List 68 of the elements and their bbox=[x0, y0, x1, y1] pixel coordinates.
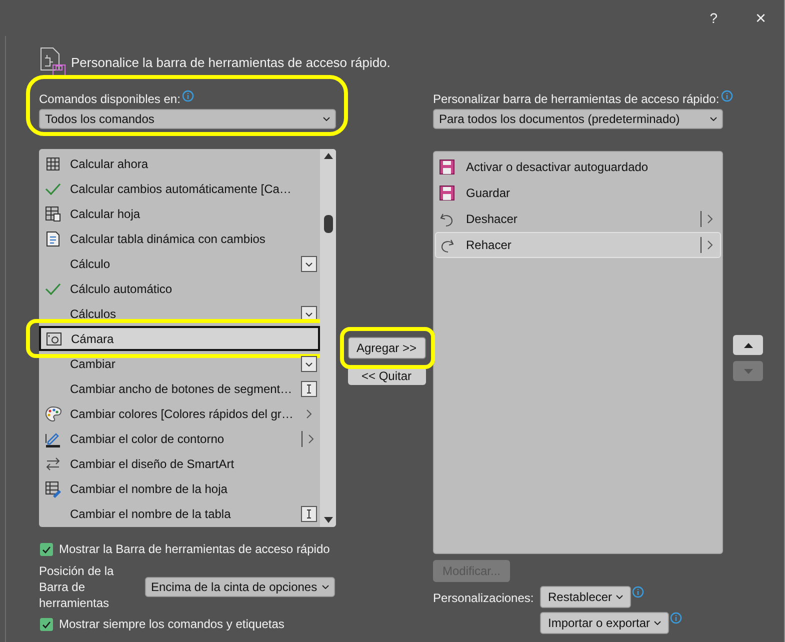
command-item[interactable]: Cambiar el diseño de SmartArt bbox=[39, 451, 320, 476]
command-item[interactable]: Cálculos bbox=[39, 301, 320, 326]
triangle-down-icon bbox=[744, 368, 752, 374]
command-item[interactable]: Cambiar el color de contorno bbox=[39, 426, 320, 451]
command-item[interactable]: Cambiar ancho de botones de segment… bbox=[39, 376, 320, 401]
save-icon bbox=[438, 158, 456, 176]
scrollbar[interactable] bbox=[320, 149, 336, 527]
reset-button[interactable]: Restablecer bbox=[540, 586, 632, 608]
field-label: Personalizaciones: bbox=[433, 590, 535, 607]
command-item[interactable]: Calcular cambios automáticamente [Ca… bbox=[39, 176, 320, 201]
field-label: Comandos disponibles en: bbox=[39, 91, 180, 108]
field-label: Posición de la Barra de herramientas bbox=[39, 563, 115, 611]
chevron-down-icon bbox=[710, 117, 717, 121]
command-item[interactable]: Cambiar bbox=[39, 351, 320, 376]
command-item[interactable]: Calcular hoja bbox=[39, 201, 320, 226]
scrollbar-thumb[interactable] bbox=[324, 215, 334, 233]
command-item[interactable]: Cambiar colores [Colores rápidos del gr… bbox=[39, 401, 320, 426]
toolbar-command-item[interactable]: Activar o desactivar autoguardado bbox=[435, 154, 721, 180]
commands-dropdown[interactable]: Todos los comandos bbox=[39, 109, 336, 129]
scroll-down-icon[interactable] bbox=[324, 517, 333, 523]
checkmark-icon bbox=[42, 544, 51, 554]
checkbox-label: Mostrar siempre los comandos y etiquetas bbox=[59, 616, 284, 633]
checkbox[interactable] bbox=[40, 618, 53, 630]
command-item[interactable]: Cambiar el nombre de la tabla bbox=[39, 501, 320, 526]
checkbox[interactable] bbox=[40, 542, 53, 556]
chevron-down-icon bbox=[654, 621, 662, 625]
triangle-up-icon bbox=[744, 342, 752, 348]
dropdown-icon bbox=[301, 256, 318, 272]
move-up-button[interactable] bbox=[733, 335, 763, 355]
sheet-icon bbox=[44, 204, 62, 222]
close-button[interactable]: × bbox=[751, 4, 770, 32]
checkbox-label: Mostrar la Barra de herramientas de acceso rápido bbox=[59, 541, 330, 558]
field-label: Personalizar barra de herramientas de acceso rápido: bbox=[433, 91, 720, 108]
help-button[interactable]: ? bbox=[706, 8, 722, 28]
grid-icon bbox=[44, 154, 62, 172]
chevron-down-icon bbox=[322, 585, 329, 589]
info-icon[interactable] bbox=[182, 90, 194, 102]
text-box-icon bbox=[301, 506, 318, 522]
toolbar-command-item[interactable]: Guardar bbox=[435, 180, 721, 206]
info-icon[interactable] bbox=[632, 586, 644, 598]
palette-icon bbox=[44, 404, 62, 422]
chevron-down-icon bbox=[616, 595, 624, 599]
document-icon bbox=[44, 230, 62, 248]
toolbar-icon bbox=[39, 46, 67, 78]
save-icon bbox=[438, 184, 456, 202]
toolbar-command-item[interactable]: Rehacer bbox=[435, 232, 721, 258]
scope-dropdown[interactable]: Para todos los documentos (predeterminado) bbox=[433, 109, 723, 129]
command-item[interactable]: Cálculo automático bbox=[39, 276, 320, 301]
camera-icon bbox=[45, 330, 63, 348]
command-item[interactable]: Calcular ahora bbox=[39, 151, 320, 176]
toolbar-command-item[interactable]: Deshacer bbox=[435, 206, 721, 232]
table-pen-icon bbox=[44, 480, 62, 498]
info-icon[interactable] bbox=[721, 90, 734, 102]
text-box-icon bbox=[301, 380, 318, 396]
import-export-button[interactable]: Importar o exportar bbox=[540, 612, 670, 634]
dialog-title: Personalice la barra de herramientas de acceso rápido. bbox=[71, 54, 390, 72]
dropdown-icon bbox=[301, 356, 318, 372]
arrows-icon bbox=[44, 454, 62, 472]
command-item[interactable]: Cálculo bbox=[39, 251, 320, 276]
info-icon[interactable] bbox=[670, 612, 682, 624]
scroll-up-icon[interactable] bbox=[324, 153, 333, 159]
chevron-down-icon bbox=[323, 117, 330, 121]
add-button[interactable]: Agregar >> bbox=[348, 337, 426, 359]
command-item[interactable]: Calcular tabla dinámica con cambios bbox=[39, 226, 320, 251]
command-item[interactable]: Cambiar el nombre de la hoja bbox=[39, 476, 320, 501]
position-dropdown[interactable]: Encima de la cinta de opciones bbox=[145, 577, 335, 597]
command-item[interactable]: Cámara bbox=[39, 326, 320, 351]
checkmark-icon bbox=[42, 620, 51, 628]
